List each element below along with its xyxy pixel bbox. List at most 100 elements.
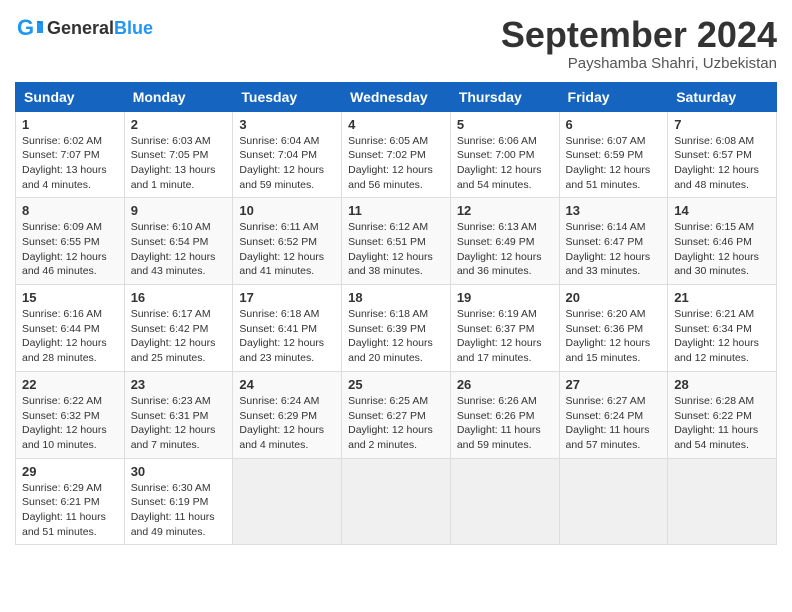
daylight-label: Daylight: 12 hours	[348, 164, 433, 176]
sunrise-label: Sunrise: 6:09 AM	[22, 221, 102, 233]
table-row	[668, 458, 777, 545]
day-info: Sunrise: 6:19 AM Sunset: 6:37 PM Dayligh…	[457, 307, 553, 366]
day-info: Sunrise: 6:11 AM Sunset: 6:52 PM Dayligh…	[239, 220, 335, 279]
day-info: Sunrise: 6:09 AM Sunset: 6:55 PM Dayligh…	[22, 220, 118, 279]
daylight-minutes: and 15 minutes.	[566, 352, 641, 364]
daylight-minutes: and 59 minutes.	[239, 179, 314, 191]
day-info: Sunrise: 6:25 AM Sunset: 6:27 PM Dayligh…	[348, 394, 444, 453]
day-number: 16	[131, 290, 227, 305]
daylight-minutes: and 25 minutes.	[131, 352, 206, 364]
daylight-minutes: and 2 minutes.	[348, 439, 417, 451]
daylight-minutes: and 54 minutes.	[674, 439, 749, 451]
daylight-label: Daylight: 12 hours	[239, 251, 324, 263]
table-row	[342, 458, 451, 545]
day-number: 24	[239, 377, 335, 392]
day-number: 26	[457, 377, 553, 392]
table-row: 21 Sunrise: 6:21 AM Sunset: 6:34 PM Dayl…	[668, 285, 777, 372]
daylight-label: Daylight: 11 hours	[566, 424, 650, 436]
day-number: 12	[457, 203, 553, 218]
day-number: 8	[22, 203, 118, 218]
sunset-label: Sunset: 6:29 PM	[239, 410, 317, 422]
day-number: 6	[566, 117, 662, 132]
sunset-label: Sunset: 6:41 PM	[239, 323, 317, 335]
daylight-label: Daylight: 12 hours	[131, 251, 216, 263]
sunrise-label: Sunrise: 6:30 AM	[131, 482, 211, 494]
table-row: 23 Sunrise: 6:23 AM Sunset: 6:31 PM Dayl…	[124, 371, 233, 458]
daylight-label: Daylight: 12 hours	[457, 337, 542, 349]
title-block: September 2024 Payshamba Shahri, Uzbekis…	[501, 15, 777, 72]
daylight-label: Daylight: 12 hours	[239, 164, 324, 176]
daylight-minutes: and 43 minutes.	[131, 265, 206, 277]
daylight-minutes: and 38 minutes.	[348, 265, 423, 277]
table-row: 28 Sunrise: 6:28 AM Sunset: 6:22 PM Dayl…	[668, 371, 777, 458]
daylight-label: Daylight: 12 hours	[348, 424, 433, 436]
sunset-label: Sunset: 6:44 PM	[22, 323, 100, 335]
day-number: 25	[348, 377, 444, 392]
sunrise-label: Sunrise: 6:19 AM	[457, 308, 537, 320]
daylight-minutes: and 28 minutes.	[22, 352, 97, 364]
daylight-minutes: and 30 minutes.	[674, 265, 749, 277]
sunset-label: Sunset: 6:55 PM	[22, 236, 100, 248]
sunset-label: Sunset: 7:00 PM	[457, 149, 535, 161]
table-row: 10 Sunrise: 6:11 AM Sunset: 6:52 PM Dayl…	[233, 198, 342, 285]
day-number: 15	[22, 290, 118, 305]
table-row: 18 Sunrise: 6:18 AM Sunset: 6:39 PM Dayl…	[342, 285, 451, 372]
sunrise-label: Sunrise: 6:21 AM	[674, 308, 754, 320]
daylight-minutes: and 23 minutes.	[239, 352, 314, 364]
sunrise-label: Sunrise: 6:12 AM	[348, 221, 428, 233]
sunset-label: Sunset: 6:22 PM	[674, 410, 752, 422]
table-row: 25 Sunrise: 6:25 AM Sunset: 6:27 PM Dayl…	[342, 371, 451, 458]
calendar-week-5: 29 Sunrise: 6:29 AM Sunset: 6:21 PM Dayl…	[16, 458, 777, 545]
daylight-label: Daylight: 12 hours	[674, 251, 759, 263]
sunset-label: Sunset: 7:04 PM	[239, 149, 317, 161]
day-info: Sunrise: 6:03 AM Sunset: 7:05 PM Dayligh…	[131, 134, 227, 193]
table-row	[233, 458, 342, 545]
day-number: 29	[22, 464, 118, 479]
daylight-label: Daylight: 12 hours	[131, 424, 216, 436]
daylight-minutes: and 20 minutes.	[348, 352, 423, 364]
day-number: 13	[566, 203, 662, 218]
day-info: Sunrise: 6:22 AM Sunset: 6:32 PM Dayligh…	[22, 394, 118, 453]
calendar-week-3: 15 Sunrise: 6:16 AM Sunset: 6:44 PM Dayl…	[16, 285, 777, 372]
day-info: Sunrise: 6:16 AM Sunset: 6:44 PM Dayligh…	[22, 307, 118, 366]
table-row: 4 Sunrise: 6:05 AM Sunset: 7:02 PM Dayli…	[342, 111, 451, 198]
day-info: Sunrise: 6:30 AM Sunset: 6:19 PM Dayligh…	[131, 481, 227, 540]
day-info: Sunrise: 6:06 AM Sunset: 7:00 PM Dayligh…	[457, 134, 553, 193]
daylight-label: Daylight: 11 hours	[457, 424, 541, 436]
table-row: 26 Sunrise: 6:26 AM Sunset: 6:26 PM Dayl…	[450, 371, 559, 458]
daylight-label: Daylight: 12 hours	[348, 337, 433, 349]
day-info: Sunrise: 6:05 AM Sunset: 7:02 PM Dayligh…	[348, 134, 444, 193]
sunrise-label: Sunrise: 6:27 AM	[566, 395, 646, 407]
table-row: 30 Sunrise: 6:30 AM Sunset: 6:19 PM Dayl…	[124, 458, 233, 545]
day-number: 28	[674, 377, 770, 392]
table-row: 2 Sunrise: 6:03 AM Sunset: 7:05 PM Dayli…	[124, 111, 233, 198]
table-row: 11 Sunrise: 6:12 AM Sunset: 6:51 PM Dayl…	[342, 198, 451, 285]
daylight-label: Daylight: 11 hours	[131, 511, 215, 523]
header-saturday: Saturday	[668, 82, 777, 111]
table-row: 27 Sunrise: 6:27 AM Sunset: 6:24 PM Dayl…	[559, 371, 668, 458]
sunrise-label: Sunrise: 6:29 AM	[22, 482, 102, 494]
table-row: 24 Sunrise: 6:24 AM Sunset: 6:29 PM Dayl…	[233, 371, 342, 458]
daylight-minutes: and 51 minutes.	[22, 526, 97, 538]
sunset-label: Sunset: 6:46 PM	[674, 236, 752, 248]
daylight-label: Daylight: 12 hours	[22, 251, 107, 263]
header-thursday: Thursday	[450, 82, 559, 111]
sunset-label: Sunset: 6:54 PM	[131, 236, 209, 248]
day-info: Sunrise: 6:14 AM Sunset: 6:47 PM Dayligh…	[566, 220, 662, 279]
daylight-minutes: and 49 minutes.	[131, 526, 206, 538]
daylight-minutes: and 59 minutes.	[457, 439, 532, 451]
header-tuesday: Tuesday	[233, 82, 342, 111]
day-number: 19	[457, 290, 553, 305]
sunset-label: Sunset: 6:49 PM	[457, 236, 535, 248]
day-number: 30	[131, 464, 227, 479]
sunrise-label: Sunrise: 6:11 AM	[239, 221, 318, 233]
table-row: 3 Sunrise: 6:04 AM Sunset: 7:04 PM Dayli…	[233, 111, 342, 198]
day-info: Sunrise: 6:15 AM Sunset: 6:46 PM Dayligh…	[674, 220, 770, 279]
day-number: 10	[239, 203, 335, 218]
sunrise-label: Sunrise: 6:10 AM	[131, 221, 211, 233]
daylight-minutes: and 12 minutes.	[674, 352, 749, 364]
daylight-minutes: and 36 minutes.	[457, 265, 532, 277]
day-number: 4	[348, 117, 444, 132]
sunset-label: Sunset: 6:36 PM	[566, 323, 644, 335]
day-number: 2	[131, 117, 227, 132]
